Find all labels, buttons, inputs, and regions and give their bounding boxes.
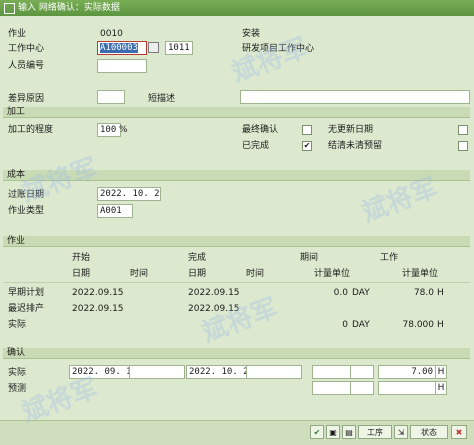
forecast-label: 预测 bbox=[8, 384, 27, 394]
row-actual-duration: 0 bbox=[342, 320, 348, 330]
sub-unit2-header: 计量单位 bbox=[402, 269, 439, 279]
activity-label: 作业 bbox=[8, 29, 27, 39]
row-early-label: 早期计划 bbox=[8, 288, 45, 298]
sub-date2-header: 日期 bbox=[188, 269, 207, 279]
plant-field[interactable]: 1011 bbox=[165, 41, 193, 55]
activity-type-label: 作业类型 bbox=[8, 206, 45, 216]
status-button-label: 状态 bbox=[421, 428, 437, 437]
confirm-actual-work-unit-field[interactable]: H bbox=[435, 365, 447, 379]
variance-field[interactable] bbox=[97, 90, 125, 104]
costing-section-title: 成本 bbox=[7, 170, 26, 180]
work-center-description: 研发项目工作中心 bbox=[242, 44, 315, 54]
processing-section-title: 加工 bbox=[7, 107, 26, 117]
completed-label: 已完成 bbox=[242, 141, 270, 151]
confirm-actual-work-field[interactable]: 7.00 bbox=[378, 365, 436, 379]
forecast-duration-field[interactable] bbox=[312, 381, 352, 395]
row-actual-work-unit: H bbox=[437, 320, 444, 330]
search-help-icon[interactable] bbox=[148, 42, 159, 53]
col-start-header: 开始 bbox=[72, 253, 91, 263]
confirm-actual-duration-field[interactable] bbox=[312, 365, 352, 379]
work-center-field[interactable]: A100003 bbox=[97, 41, 147, 55]
sub-time1-header: 时间 bbox=[130, 269, 149, 279]
posting-date-field[interactable]: 2022. 10. 25 bbox=[97, 187, 161, 201]
confirmation-section-title: 确认 bbox=[7, 348, 26, 358]
row-early-work-unit: H bbox=[437, 288, 444, 298]
no-remaining-checkbox[interactable] bbox=[458, 125, 468, 135]
install-label: 安装 bbox=[242, 29, 261, 39]
window-title: 输入 网络确认：实际数据 bbox=[18, 3, 120, 13]
watermark: 斌将军 bbox=[228, 33, 312, 89]
col-work-header: 工作 bbox=[380, 253, 399, 263]
task-button[interactable]: 工序 bbox=[358, 425, 392, 439]
work-center-label: 工作中心 bbox=[8, 44, 45, 54]
forecast-work-field[interactable] bbox=[378, 381, 436, 395]
confirmation-section-header: 确认 bbox=[3, 348, 470, 359]
posting-date-label: 过账日期 bbox=[8, 190, 45, 200]
confirm-actual-duration-unit-field[interactable] bbox=[350, 365, 374, 379]
activity-header-divider bbox=[3, 282, 470, 283]
final-confirmation-label: 最终确认 bbox=[242, 125, 279, 135]
confirm-actual-start-field[interactable]: 2022. 09. 15 bbox=[69, 365, 133, 379]
row-actual-work: 78.000 bbox=[402, 320, 435, 330]
sub-unit1-header: 计量单位 bbox=[314, 269, 351, 279]
clear-reservation-label: 结清未清预留 bbox=[328, 141, 383, 151]
row-early-duration-unit: DAY bbox=[352, 288, 370, 298]
row-early-start: 2022.09.15 bbox=[72, 288, 124, 298]
short-text-field[interactable] bbox=[240, 90, 470, 104]
status-button[interactable]: 状态 bbox=[410, 425, 448, 439]
row-early-finish: 2022.09.15 bbox=[188, 288, 240, 298]
activity-section-header: 作业 bbox=[3, 236, 470, 247]
confirm-icon[interactable]: ✔ bbox=[310, 425, 324, 439]
window-title-bar: 输入 网络确认：实际数据 bbox=[0, 0, 474, 16]
row-early-duration: 0.0 bbox=[333, 288, 348, 298]
forecast-work-unit-field[interactable]: H bbox=[435, 381, 447, 395]
degree-label: 加工的程度 bbox=[8, 125, 54, 135]
costing-section-header: 成本 bbox=[3, 170, 470, 181]
short-text-label: 短描述 bbox=[148, 94, 176, 104]
window-icon bbox=[4, 3, 15, 14]
row-latest-start: 2022.09.15 bbox=[72, 304, 124, 314]
task-button-label: 工序 bbox=[367, 428, 383, 437]
row-actual-label: 实际 bbox=[8, 320, 27, 330]
col-duration-header: 期间 bbox=[300, 253, 319, 263]
processing-section-header: 加工 bbox=[3, 107, 470, 118]
detail-icon[interactable]: ▤ bbox=[342, 425, 356, 439]
cancel-icon[interactable]: ✖ bbox=[451, 425, 467, 439]
degree-field[interactable]: 100 bbox=[97, 123, 121, 137]
confirm-actual-finish-time-field[interactable] bbox=[246, 365, 302, 379]
confirm-actual-start-time-field[interactable] bbox=[129, 365, 185, 379]
sub-time2-header: 时间 bbox=[246, 269, 265, 279]
degree-unit: % bbox=[119, 125, 128, 135]
activity-value: 0010 bbox=[100, 29, 123, 39]
completed-checkbox[interactable]: ✔ bbox=[302, 141, 312, 151]
variance-label: 差异原因 bbox=[8, 94, 45, 104]
col-finish-header: 完成 bbox=[188, 253, 207, 263]
activity-type-field[interactable]: A001 bbox=[97, 204, 133, 218]
personnel-label: 人员编号 bbox=[8, 61, 45, 71]
confirm-actual-finish-field[interactable]: 2022. 10. 27 bbox=[186, 365, 250, 379]
confirm-actual-label: 实际 bbox=[8, 368, 27, 378]
save-icon[interactable]: ▣ bbox=[326, 425, 340, 439]
no-remaining-label: 无更新日期 bbox=[328, 125, 374, 135]
row-latest-finish: 2022.09.15 bbox=[188, 304, 240, 314]
sub-date1-header: 日期 bbox=[72, 269, 91, 279]
forecast-duration-unit-field[interactable] bbox=[350, 381, 374, 395]
clear-reservation-checkbox[interactable] bbox=[458, 141, 468, 151]
row-early-work: 78.0 bbox=[413, 288, 434, 298]
expand-icon[interactable]: ⇲ bbox=[394, 425, 408, 439]
personnel-field[interactable] bbox=[97, 59, 147, 73]
final-confirmation-checkbox[interactable] bbox=[302, 125, 312, 135]
row-actual-duration-unit: DAY bbox=[352, 320, 370, 330]
row-latest-label: 最迟排产 bbox=[8, 304, 45, 314]
activity-section-title: 作业 bbox=[7, 236, 26, 246]
